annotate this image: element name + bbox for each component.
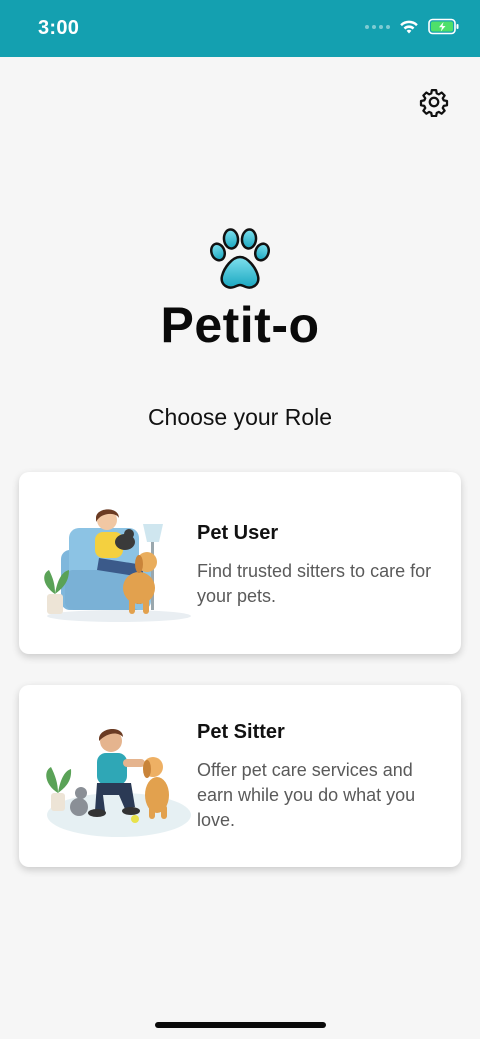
logo bbox=[0, 226, 480, 297]
pet-sitter-description: Offer pet care services and earn while y… bbox=[197, 760, 416, 830]
pet-sitter-title: Pet Sitter bbox=[197, 721, 285, 743]
app-name: Petit-o bbox=[160, 297, 320, 353]
pet-user-description: Find trusted sitters to care for your pe… bbox=[197, 561, 432, 606]
paw-icon bbox=[209, 228, 271, 289]
signal-icon bbox=[365, 24, 390, 29]
woman-with-dog-and-cat-illustration bbox=[44, 509, 191, 622]
man-with-dog-and-cat-illustration bbox=[46, 728, 191, 837]
page-title: Choose your Role bbox=[147, 404, 333, 430]
status-time: 3:00 bbox=[38, 17, 80, 39]
pet-sitter-card[interactable]: Pet Sitter Offer pet care services and e… bbox=[19, 685, 461, 867]
wifi-icon bbox=[400, 20, 418, 34]
status-bar: 3:00 bbox=[0, 0, 480, 57]
pet-user-card[interactable]: Pet User Find trusted sitters to care fo… bbox=[19, 472, 461, 654]
settings-button[interactable] bbox=[414, 84, 454, 120]
gear-icon bbox=[419, 89, 449, 117]
home-indicator[interactable] bbox=[155, 1022, 326, 1028]
pet-user-title: Pet User bbox=[197, 522, 279, 544]
status-icons bbox=[365, 18, 460, 35]
battery-charging-icon bbox=[428, 18, 459, 35]
